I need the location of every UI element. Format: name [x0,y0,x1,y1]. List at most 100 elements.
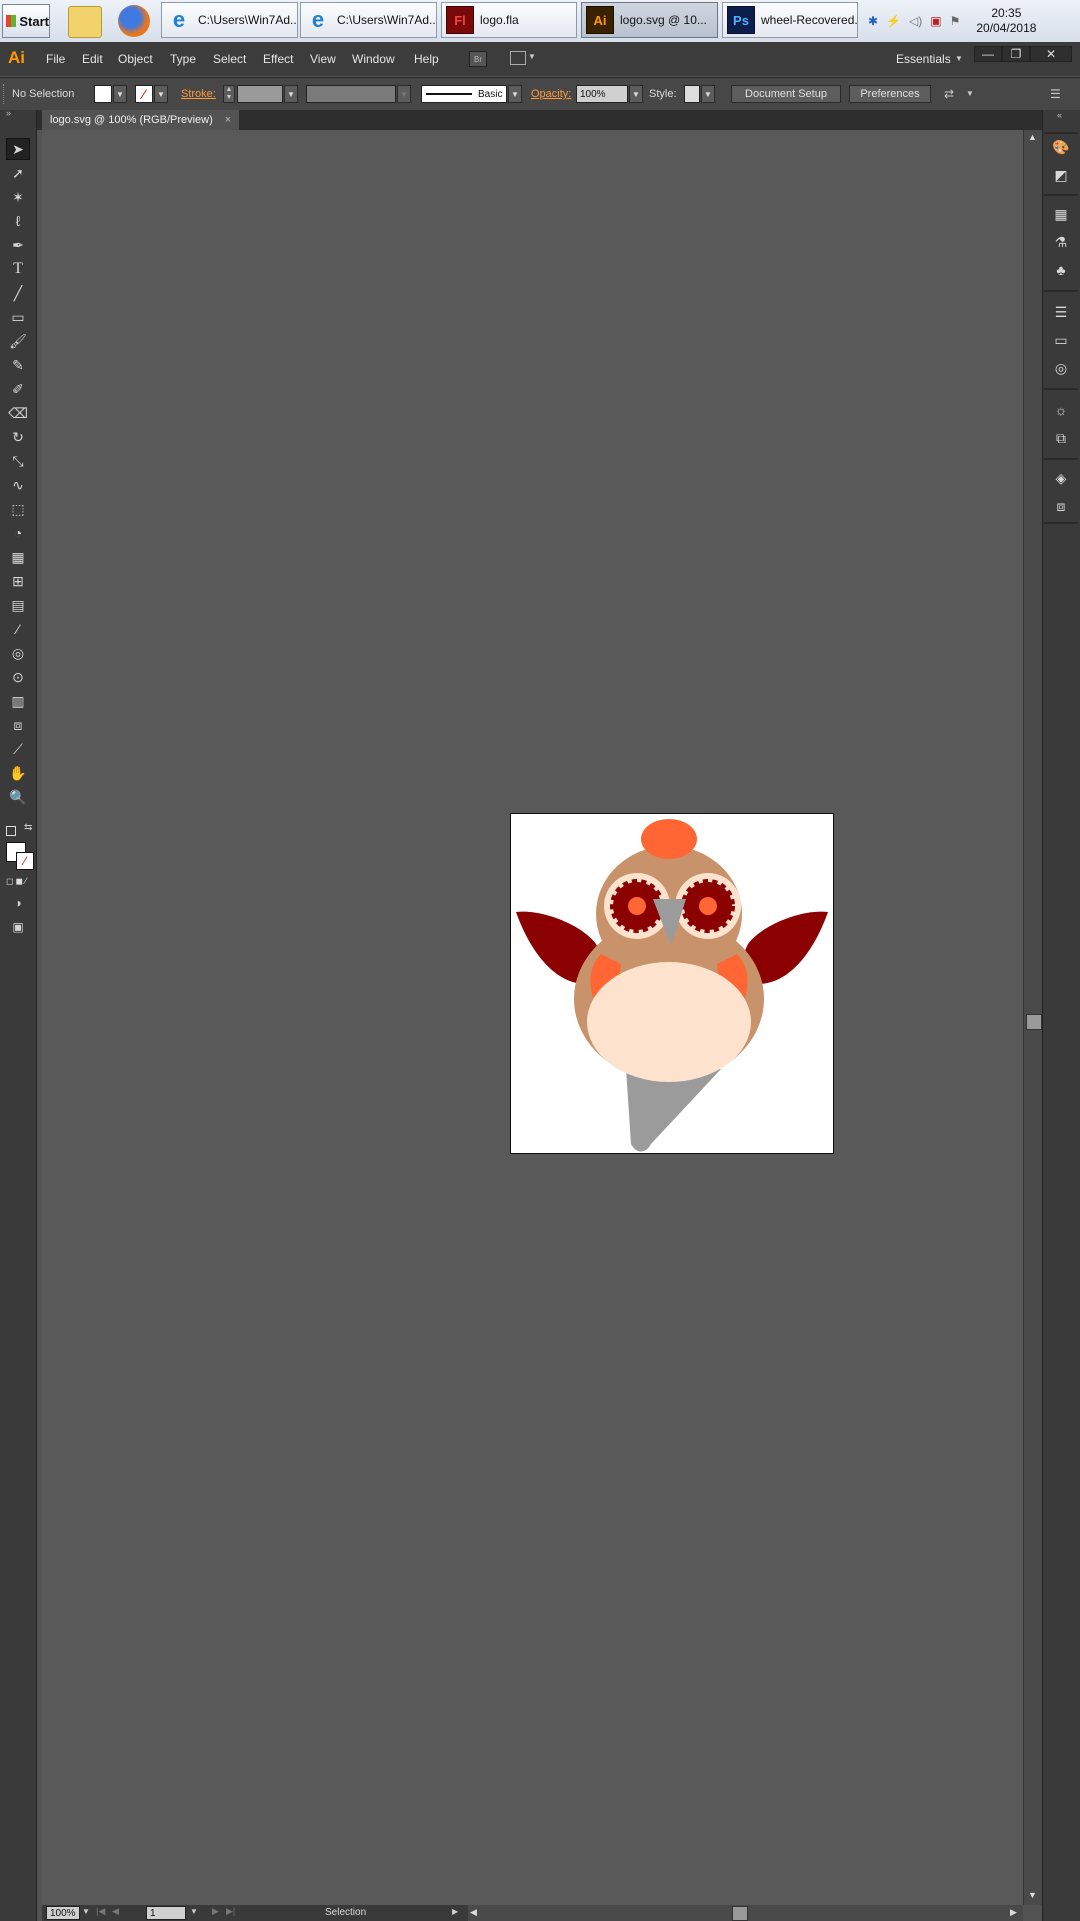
pen-tool-icon[interactable]: ✒ [6,234,30,256]
panel-menu-icon[interactable]: ☰ [1050,87,1061,101]
brush-definition[interactable]: Basic [421,85,507,103]
eyedropper-tool-icon[interactable]: ⁄ [6,618,30,640]
artboard[interactable] [510,813,834,1154]
taskbar-button-flash[interactable]: Fl logo.fla [441,2,577,38]
drawing-mode-icon[interactable]: ◑ [6,892,30,914]
arrange-documents-icon[interactable] [510,51,526,65]
layers-panel-icon[interactable]: ◈ [1050,468,1072,488]
blob-brush-tool-icon[interactable]: ✐ [6,378,30,400]
zoom-level-field[interactable]: 100% [46,1906,80,1920]
artboard-dropdown-icon[interactable]: ▼ [190,1907,198,1916]
menu-object[interactable]: Object [118,52,153,66]
graphic-style-dropdown[interactable]: ▼ [701,85,715,103]
menu-view[interactable]: View [310,52,336,66]
taskbar-button-explorer-2[interactable]: e C:\Users\Win7Ad... [300,2,437,38]
swatches-panel-icon[interactable]: ▦ [1050,204,1072,224]
vertical-scrollbar[interactable]: ▲ ▼ [1023,130,1043,1905]
artboard-number-field[interactable]: 1 [146,1906,186,1920]
menu-help[interactable]: Help [414,52,439,66]
fill-dropdown[interactable]: ▼ [113,85,127,103]
scroll-right-arrow-icon[interactable]: ▶ [1010,1907,1017,1918]
default-fill-stroke-icon[interactable] [6,826,16,836]
warp-tool-icon[interactable]: ∿ [6,474,30,496]
menu-file[interactable]: File [46,52,65,66]
taskbar-button-illustrator[interactable]: Ai logo.svg @ 10... [581,2,718,38]
hand-tool-icon[interactable]: ✋ [6,762,30,784]
stroke-dropdown[interactable]: ▼ [154,85,168,103]
close-tab-icon[interactable]: × [225,114,231,126]
fill-swatch[interactable] [94,85,112,103]
taskbar-button-explorer-1[interactable]: e C:\Users\Win7Ad... [161,2,298,38]
selection-tool-icon[interactable]: ➤ [6,138,30,160]
bridge-button[interactable]: Br [469,51,487,67]
stroke-weight-field[interactable] [237,85,283,103]
eraser-tool-icon[interactable]: ⌫ [6,402,30,424]
free-transform-tool-icon[interactable]: ⬚ [6,498,30,520]
document-setup-button[interactable]: Document Setup [731,85,841,103]
status-menu-icon[interactable]: ▶ [452,1907,458,1916]
scroll-down-arrow-icon[interactable]: ▼ [1028,1890,1037,1900]
variable-width-profile[interactable] [306,85,396,103]
blend-tool-icon[interactable]: ◎ [6,642,30,664]
horizontal-scrollbar[interactable]: ◀ ▶ [468,1905,1023,1921]
minimize-button[interactable]: — [974,46,1002,62]
collapse-panel-icon[interactable]: « [1057,110,1062,120]
color-guide-panel-icon[interactable]: ◩ [1050,165,1072,185]
menu-type[interactable]: Type [170,52,196,66]
slice-tool-icon[interactable]: ⟋ [6,738,30,760]
symbols-panel-icon[interactable]: ♣ [1050,260,1072,280]
clock[interactable]: 20:35 20/04/2018 [976,6,1036,36]
direct-selection-tool-icon[interactable]: ➚ [6,162,30,184]
isolate-selected-icon[interactable]: ⇄ [944,87,954,101]
scale-tool-icon[interactable]: ⤡ [6,450,30,472]
action-center-flag-icon[interactable]: ⚑ [950,14,961,28]
artboard-tool-icon[interactable]: ⧈ [6,714,30,736]
gradient-panel-icon[interactable]: ▭ [1050,330,1072,350]
opacity-field[interactable]: 100% [576,85,628,103]
vertical-scroll-thumb[interactable] [1026,1014,1042,1030]
bluetooth-icon[interactable]: ✱ [868,14,878,28]
opacity-dropdown[interactable]: ▼ [629,85,643,103]
volume-icon[interactable]: ◁) [909,14,922,28]
graphic-style-swatch[interactable] [684,85,700,103]
collapse-panel-icon[interactable]: » [6,108,11,118]
column-graph-tool-icon[interactable]: ▥ [6,690,30,712]
document-tab[interactable]: logo.svg @ 100% (RGB/Preview) × [42,110,240,130]
menu-window[interactable]: Window [352,52,395,66]
rotate-tool-icon[interactable]: ↻ [6,426,30,448]
stroke-color-box[interactable]: ⁄ [16,852,34,870]
stroke-label[interactable]: Stroke: [181,88,216,100]
color-panel-icon[interactable]: 🎨 [1050,137,1072,157]
stroke-swatch[interactable]: ⁄ [135,85,153,103]
brush-dropdown[interactable]: ▼ [508,85,522,103]
color-mode-icons[interactable]: ◻◼⁄ [6,876,28,887]
start-button[interactable]: Start [2,4,50,38]
magic-wand-tool-icon[interactable]: ✶ [6,186,30,208]
screen-mode-icon[interactable]: ▣ [6,916,30,938]
zoom-tool-icon[interactable]: 🔍 [6,786,30,808]
menu-select[interactable]: Select [213,52,246,66]
menu-edit[interactable]: Edit [82,52,103,66]
appearance-panel-icon[interactable]: ☼ [1050,400,1072,420]
stroke-panel-icon[interactable]: ☰ [1050,302,1072,322]
mesh-tool-icon[interactable]: ⊞ [6,570,30,592]
workspace-switcher[interactable]: Essentials [896,52,951,66]
brushes-panel-icon[interactable]: ⚗ [1050,232,1072,252]
scroll-up-arrow-icon[interactable]: ▲ [1028,132,1037,142]
rectangle-tool-icon[interactable]: ▭ [6,306,30,328]
type-tool-icon[interactable]: T [6,258,30,280]
close-button[interactable]: ✕ [1030,46,1072,62]
taskbar-button-photoshop[interactable]: Ps wheel-Recovered... [722,2,858,38]
preferences-button[interactable]: Preferences [849,85,931,103]
opacity-label[interactable]: Opacity: [531,88,571,100]
usb-icon[interactable]: ⚡ [886,14,901,28]
zoom-dropdown-icon[interactable]: ▼ [82,1907,90,1916]
network-icon[interactable]: ▣ [930,14,941,28]
firefox-quicklaunch-icon[interactable] [118,5,150,37]
symbol-sprayer-tool-icon[interactable]: ⊙ [6,666,30,688]
artboards-panel-icon[interactable]: ⧈ [1050,496,1072,516]
shape-builder-tool-icon[interactable]: ◔ [6,522,30,544]
stroke-weight-stepper[interactable]: ▲ ▼ [223,85,235,103]
menu-effect[interactable]: Effect [263,52,293,66]
graphic-styles-panel-icon[interactable]: ⧉ [1050,428,1072,448]
